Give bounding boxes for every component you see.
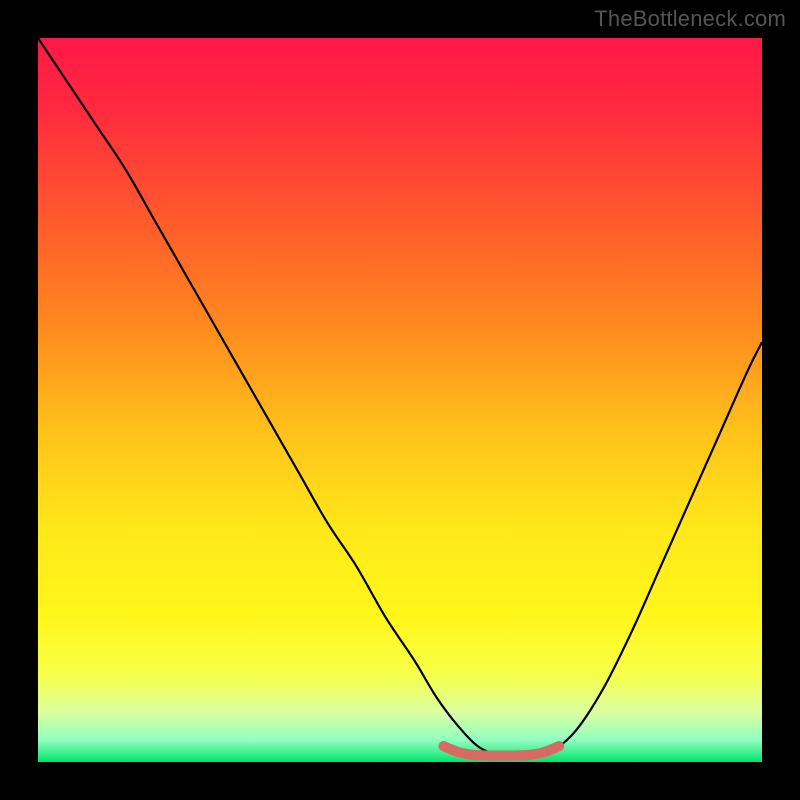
gradient-background <box>38 38 762 762</box>
plot-area <box>38 38 762 762</box>
chart-frame: TheBottleneck.com <box>0 0 800 800</box>
plot-svg <box>38 38 762 762</box>
watermark-text: TheBottleneck.com <box>594 6 786 32</box>
